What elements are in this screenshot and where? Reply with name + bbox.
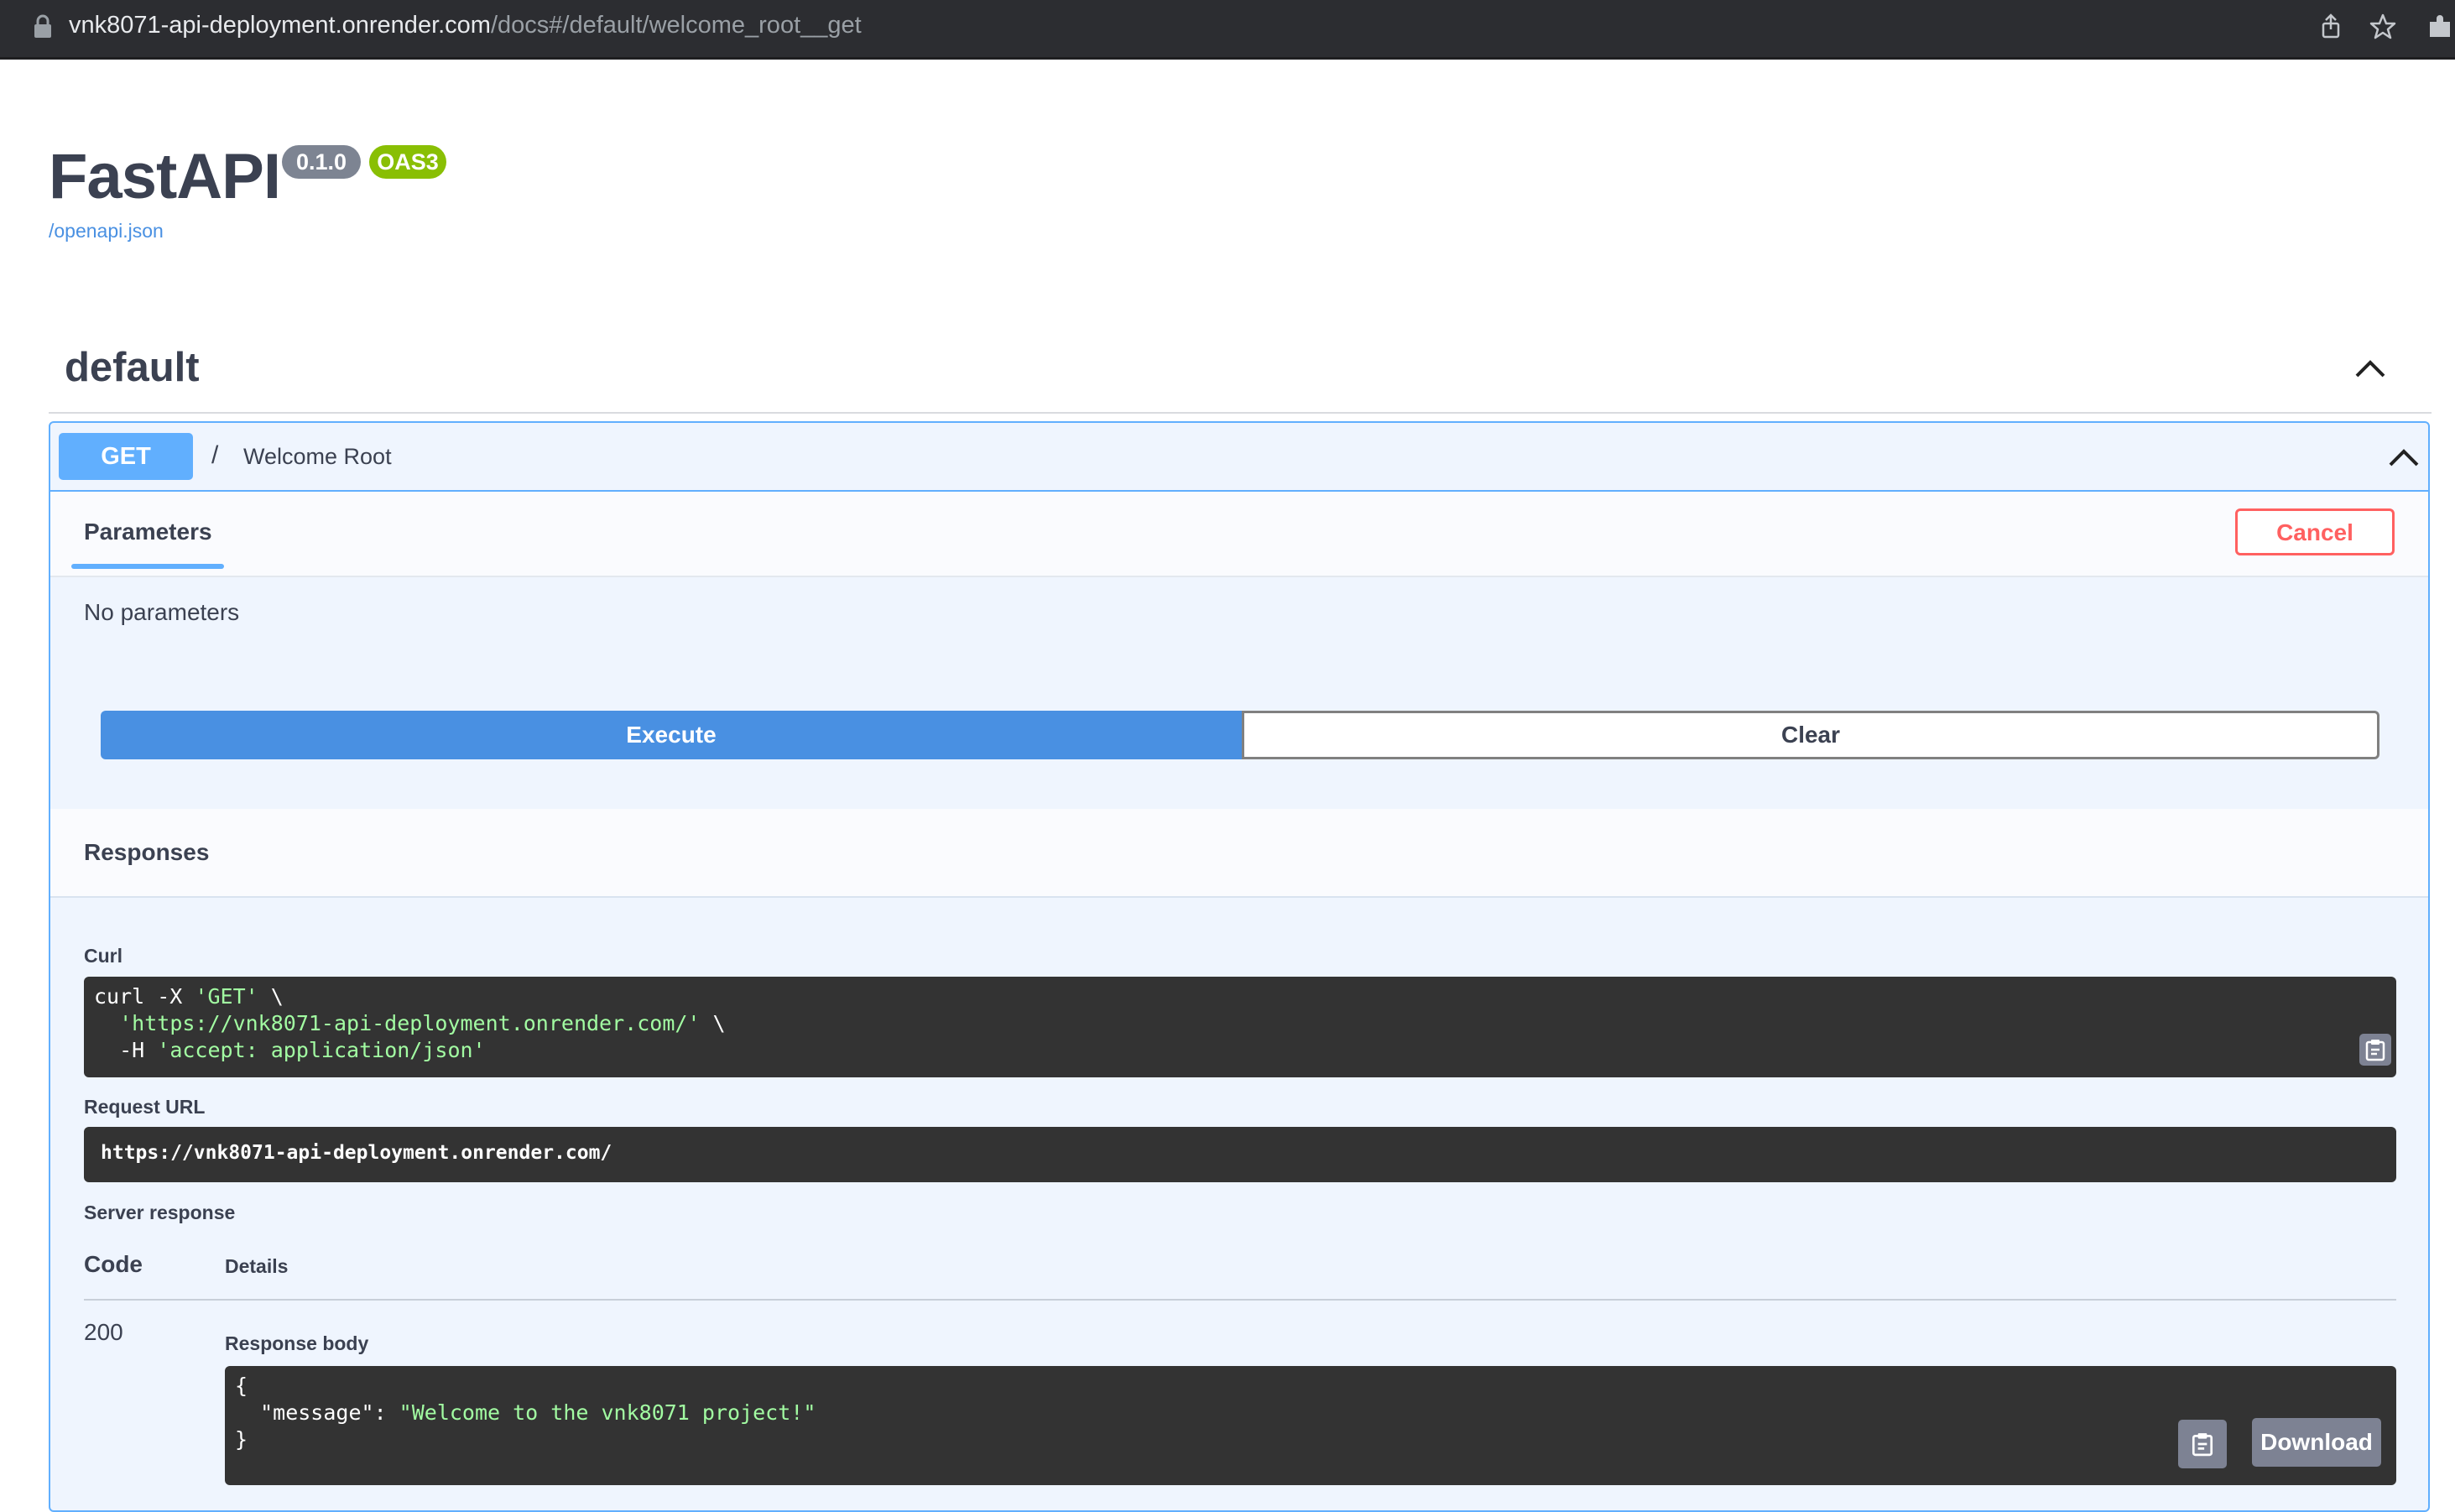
tag-section-title[interactable]: default <box>65 344 200 391</box>
json-value: "Welcome to the vnk8071 project!" <box>399 1400 816 1425</box>
response-status-code: 200 <box>84 1319 123 1345</box>
code-string: 'accept: application/json' <box>157 1038 486 1062</box>
copy-to-clipboard-button[interactable] <box>2359 1034 2391 1066</box>
json-line: } <box>235 1427 248 1452</box>
cancel-button[interactable]: Cancel <box>2235 508 2395 555</box>
copy-response-button[interactable] <box>2178 1420 2227 1468</box>
url-path: /docs#/default/welcome_root__get <box>490 12 862 39</box>
clipboard-icon <box>2365 1040 2385 1061</box>
code-text: \ <box>700 1011 726 1035</box>
curl-line: 'https://vnk8071-api-deployment.onrender… <box>94 1010 726 1037</box>
column-header-details: Details <box>225 1255 289 1277</box>
response-body-block[interactable]: { "message": "Welcome to the vnk8071 pro… <box>225 1366 2396 1485</box>
json-line: "message": "Welcome to the vnk8071 proje… <box>235 1400 816 1426</box>
version-badge: 0.1.0 <box>282 145 361 179</box>
request-url-block[interactable]: https://vnk8071-api-deployment.onrender.… <box>84 1127 2396 1182</box>
request-url: https://vnk8071-api-deployment.onrender.… <box>101 1142 612 1164</box>
code-string: 'GET' <box>195 984 258 1009</box>
json-key: "message": <box>235 1400 399 1425</box>
tab-parameters[interactable]: Parameters <box>84 519 212 545</box>
section-divider <box>49 412 2432 414</box>
responses-title: Responses <box>84 839 210 865</box>
operation-description: Welcome Root <box>243 444 392 469</box>
curl-line: curl -X 'GET' \ <box>94 983 284 1010</box>
column-header-code: Code <box>84 1251 143 1277</box>
responses-header: Responses <box>50 809 2428 898</box>
response-body-label: Response body <box>225 1332 369 1354</box>
parameters-header: Parameters Cancel <box>50 492 2428 577</box>
operation-block: GET / Welcome Root Parameters Cancel No … <box>49 421 2430 1512</box>
tab-active-indicator <box>71 564 224 569</box>
chevron-up-icon[interactable] <box>2354 357 2386 379</box>
code-text: \ <box>258 984 284 1009</box>
server-response-label: Server response <box>84 1202 236 1223</box>
api-title: FastAPI <box>49 141 281 212</box>
clear-button[interactable]: Clear <box>1242 711 2379 759</box>
share-icon[interactable] <box>2316 12 2346 42</box>
url-host: vnk8071-api-deployment.onrender.com <box>69 12 491 39</box>
address-bar[interactable]: vnk8071-api-deployment.onrender.com/docs… <box>69 11 862 39</box>
method-badge: GET <box>59 433 193 480</box>
browser-toolbar: vnk8071-api-deployment.onrender.com/docs… <box>0 0 2455 60</box>
curl-label: Curl <box>84 945 122 967</box>
extensions-icon[interactable] <box>2425 12 2455 42</box>
openapi-json-link[interactable]: /openapi.json <box>49 220 164 242</box>
code-text: curl -X <box>94 984 195 1009</box>
operation-path: / <box>211 441 219 469</box>
curl-code-block[interactable]: curl -X 'GET' \ 'https://vnk8071-api-dep… <box>84 977 2396 1077</box>
curl-line: -H 'accept: application/json' <box>94 1037 486 1064</box>
download-button[interactable]: Download <box>2252 1418 2381 1467</box>
table-divider <box>84 1299 2396 1301</box>
code-string: 'https://vnk8071-api-deployment.onrender… <box>119 1011 701 1035</box>
code-text: -H <box>94 1038 158 1062</box>
clipboard-icon <box>2192 1433 2213 1457</box>
lock-icon <box>34 14 51 38</box>
execute-button[interactable]: Execute <box>101 711 1242 759</box>
no-parameters-text: No parameters <box>84 599 240 625</box>
json-line: { <box>235 1374 248 1398</box>
bookmark-star-icon[interactable] <box>2368 12 2398 42</box>
oas-badge: OAS3 <box>369 145 446 179</box>
request-url-label: Request URL <box>84 1096 206 1118</box>
chevron-up-icon[interactable] <box>2388 446 2420 468</box>
operation-summary[interactable]: GET / Welcome Root <box>50 423 2428 492</box>
